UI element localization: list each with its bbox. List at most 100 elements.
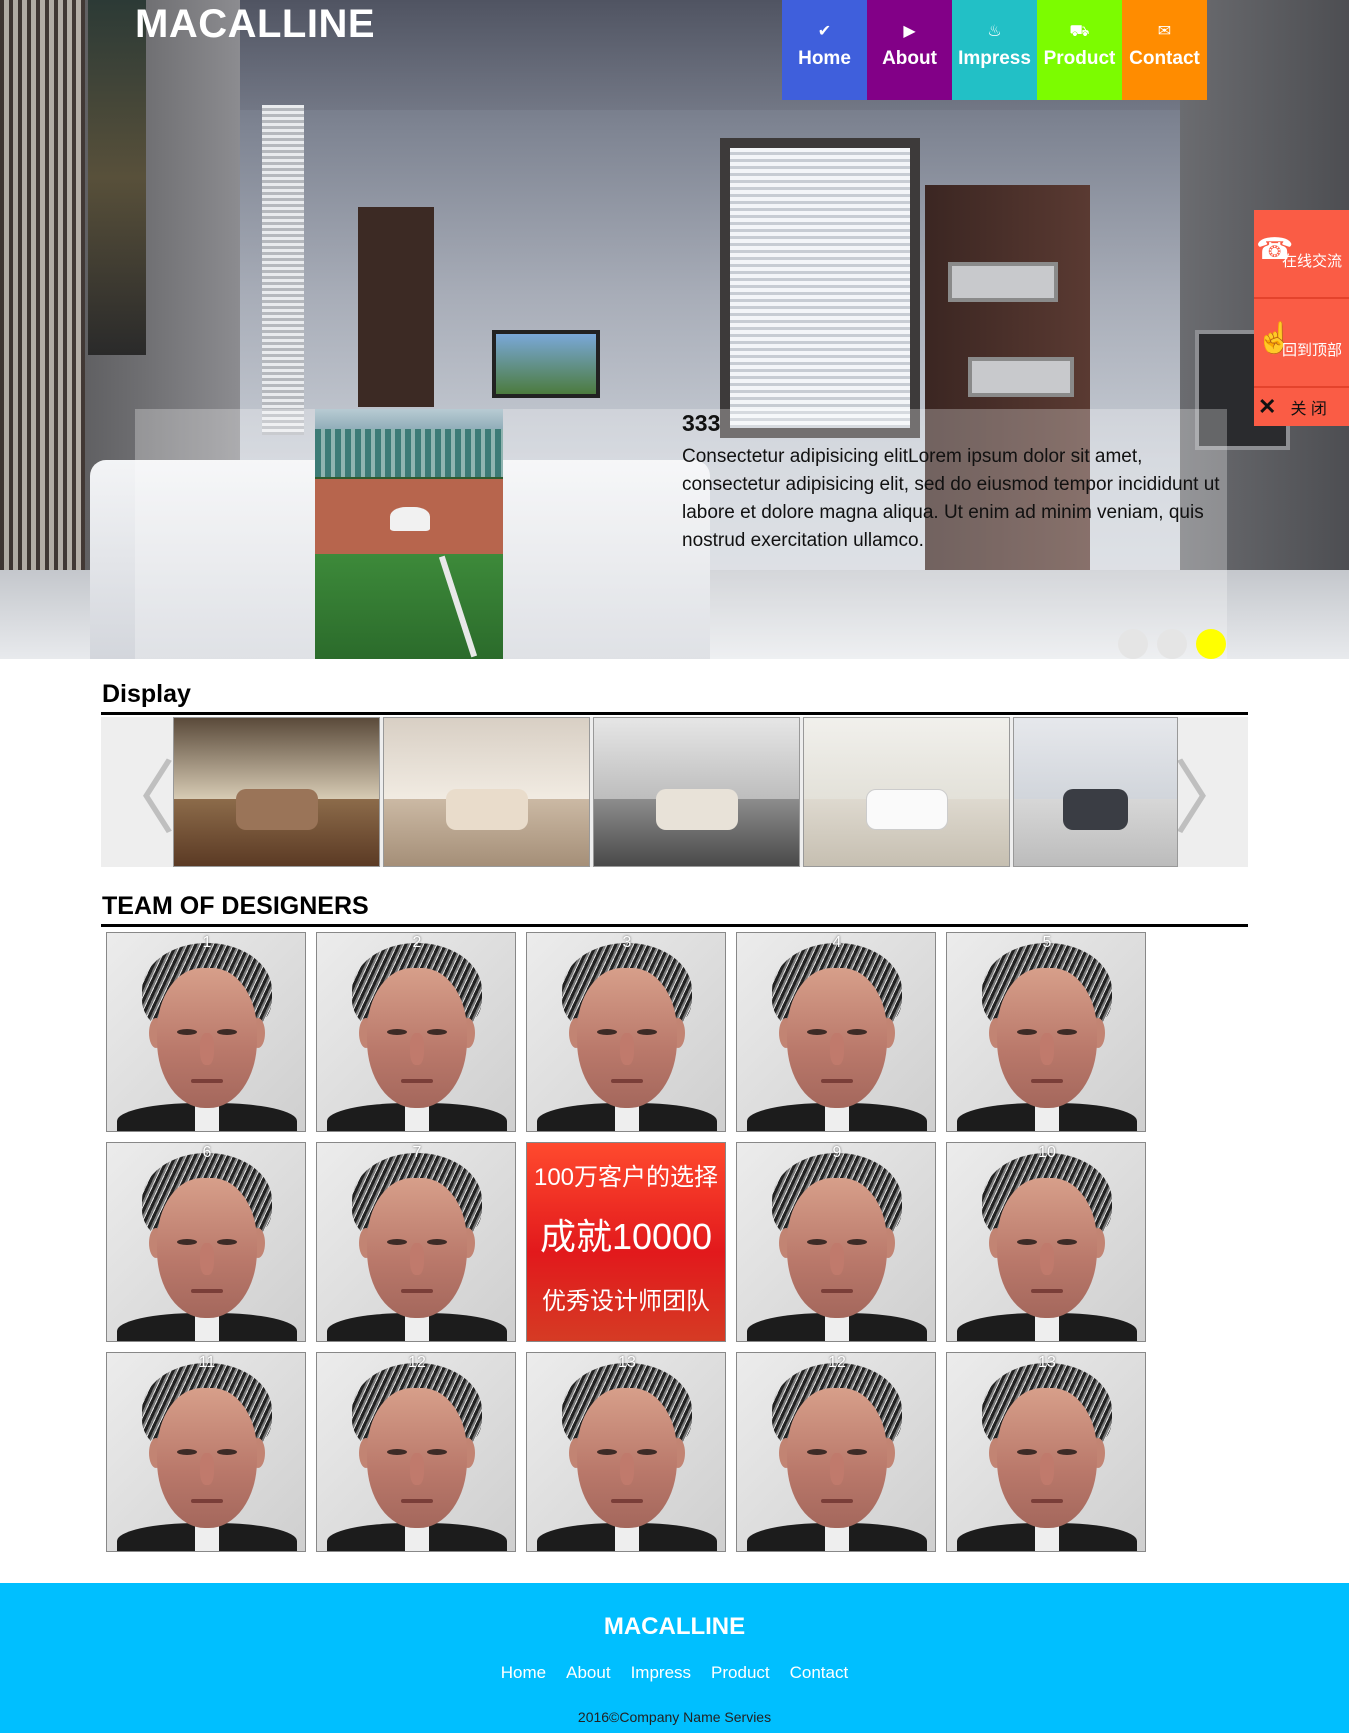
footer: MACALLINE Home About Impress Product Contact… bbox=[0, 1583, 1349, 1733]
truck-icon: ⛟ bbox=[1069, 23, 1090, 40]
carousel-prev-button[interactable]: 〈 bbox=[96, 717, 176, 867]
chevron-left-icon: 〈 bbox=[96, 752, 176, 845]
nav-item-about[interactable]: ▶ About bbox=[867, 0, 952, 100]
photo-eye bbox=[217, 1029, 237, 1035]
carousel-next-button[interactable]: 〉 bbox=[1173, 717, 1253, 867]
nav-item-contact[interactable]: ✉ Contact bbox=[1122, 0, 1207, 100]
designer-card[interactable]: 5 bbox=[946, 932, 1146, 1132]
photo-eye bbox=[1017, 1449, 1037, 1455]
designer-card[interactable]: 13 bbox=[946, 1352, 1146, 1552]
photo-eye bbox=[597, 1449, 617, 1455]
close-panel-button[interactable]: ✕ 关 闭 bbox=[1254, 388, 1349, 426]
designer-number: 12 bbox=[408, 1354, 426, 1371]
designer-card[interactable]: 7 bbox=[316, 1142, 516, 1342]
carousel-item[interactable] bbox=[593, 717, 800, 867]
slider-dot[interactable] bbox=[1157, 629, 1187, 659]
footer-brand: MACALLINE bbox=[603, 1613, 746, 1640]
carousel-track bbox=[173, 717, 1178, 867]
designer-number: 4 bbox=[832, 934, 842, 951]
photo-eye bbox=[847, 1449, 867, 1455]
photo-mouth bbox=[1031, 1499, 1063, 1503]
footer-nav: Home About Impress Product Contact bbox=[0, 1663, 1349, 1683]
designer-number: 6 bbox=[202, 1144, 212, 1161]
photo-nose bbox=[620, 1453, 634, 1485]
nav-item-label: Impress bbox=[958, 48, 1031, 69]
hero-door-pane bbox=[968, 357, 1074, 397]
photo-eye bbox=[1057, 1239, 1077, 1245]
team-divider bbox=[101, 924, 1248, 927]
slide-image-stand bbox=[315, 429, 503, 477]
back-to-top-button[interactable]: ☝ 回到顶部 bbox=[1254, 299, 1349, 388]
designer-photo bbox=[737, 933, 935, 1131]
promo-line: 100万客户的选择 bbox=[533, 1164, 719, 1191]
slide-image bbox=[315, 409, 503, 659]
promo-headline: 成就10000 bbox=[539, 1216, 713, 1257]
slider-dot[interactable] bbox=[1118, 629, 1148, 659]
carousel-item[interactable] bbox=[173, 717, 380, 867]
nav-item-label: Home bbox=[798, 48, 851, 69]
photo-eye bbox=[637, 1029, 657, 1035]
photo-eye bbox=[807, 1029, 827, 1035]
footer-link-impress[interactable]: Impress bbox=[631, 1663, 691, 1683]
designer-photo bbox=[947, 1353, 1145, 1551]
photo-mouth bbox=[191, 1079, 223, 1083]
designer-card[interactable]: 11 bbox=[106, 1352, 306, 1552]
footer-link-home[interactable]: Home bbox=[501, 1663, 546, 1683]
photo-nose bbox=[200, 1033, 214, 1065]
designer-number: 10 bbox=[1038, 1144, 1056, 1161]
carousel-item[interactable] bbox=[383, 717, 590, 867]
designer-card[interactable]: 6 bbox=[106, 1142, 306, 1342]
designer-card[interactable]: 9 bbox=[736, 1142, 936, 1342]
thumb-wall bbox=[174, 718, 379, 800]
designer-photo bbox=[317, 1143, 515, 1341]
slide-image-runner bbox=[390, 507, 430, 531]
back-to-top-label: 回到顶部 bbox=[1282, 342, 1343, 359]
promo-banner[interactable]: 100万客户的选择 成就10000 优秀设计师团队 bbox=[526, 1142, 726, 1342]
thumb-sofa bbox=[235, 789, 318, 831]
photo-nose bbox=[830, 1453, 844, 1485]
designer-card[interactable]: 12 bbox=[736, 1352, 936, 1552]
designer-card[interactable]: 12 bbox=[316, 1352, 516, 1552]
photo-mouth bbox=[821, 1289, 853, 1293]
photo-eye bbox=[387, 1449, 407, 1455]
designer-photo bbox=[317, 1353, 515, 1551]
carousel-item[interactable] bbox=[1013, 717, 1178, 867]
footer-link-product[interactable]: Product bbox=[711, 1663, 770, 1683]
nav-item-impress[interactable]: ♨ Impress bbox=[952, 0, 1037, 100]
photo-mouth bbox=[191, 1289, 223, 1293]
designer-card[interactable]: 13 bbox=[526, 1352, 726, 1552]
site-logo[interactable]: MACALLINE bbox=[135, 2, 375, 47]
online-chat-button[interactable]: ☎ 在线交流 bbox=[1254, 210, 1349, 299]
photo-nose bbox=[410, 1453, 424, 1485]
close-icon: ✕ bbox=[1258, 394, 1277, 419]
footer-link-about[interactable]: About bbox=[566, 1663, 610, 1683]
photo-eye bbox=[427, 1029, 447, 1035]
photo-eye bbox=[217, 1239, 237, 1245]
designer-card[interactable]: 2 bbox=[316, 932, 516, 1132]
slider-dot[interactable] bbox=[1196, 629, 1226, 659]
designer-number: 11 bbox=[198, 1354, 216, 1371]
photo-eye bbox=[1017, 1029, 1037, 1035]
nav-item-product[interactable]: ⛟ Product bbox=[1037, 0, 1122, 100]
designer-number: 3 bbox=[622, 934, 632, 951]
nav-item-label: About bbox=[882, 48, 937, 69]
designer-photo bbox=[107, 1353, 305, 1551]
designer-photo bbox=[107, 1143, 305, 1341]
hero-door-pane bbox=[948, 262, 1058, 302]
designer-card[interactable]: 4 bbox=[736, 932, 936, 1132]
thumb-sofa bbox=[865, 789, 948, 831]
nav-item-home[interactable]: ✔ Home bbox=[782, 0, 867, 100]
carousel-item[interactable] bbox=[803, 717, 1010, 867]
photo-eye bbox=[847, 1239, 867, 1245]
footer-copyright: 2016©Company Name Servies bbox=[577, 1709, 772, 1725]
designer-card[interactable]: 3 bbox=[526, 932, 726, 1132]
footer-link-contact[interactable]: Contact bbox=[790, 1663, 849, 1683]
photo-eye bbox=[597, 1029, 617, 1035]
photo-eye bbox=[387, 1239, 407, 1245]
designer-card[interactable]: 10 bbox=[946, 1142, 1146, 1342]
photo-nose bbox=[410, 1033, 424, 1065]
designer-number: 1 bbox=[202, 934, 212, 951]
team-title: TEAM OF DESIGNERS bbox=[102, 892, 369, 920]
photo-eye bbox=[387, 1029, 407, 1035]
designer-card[interactable]: 1 bbox=[106, 932, 306, 1132]
